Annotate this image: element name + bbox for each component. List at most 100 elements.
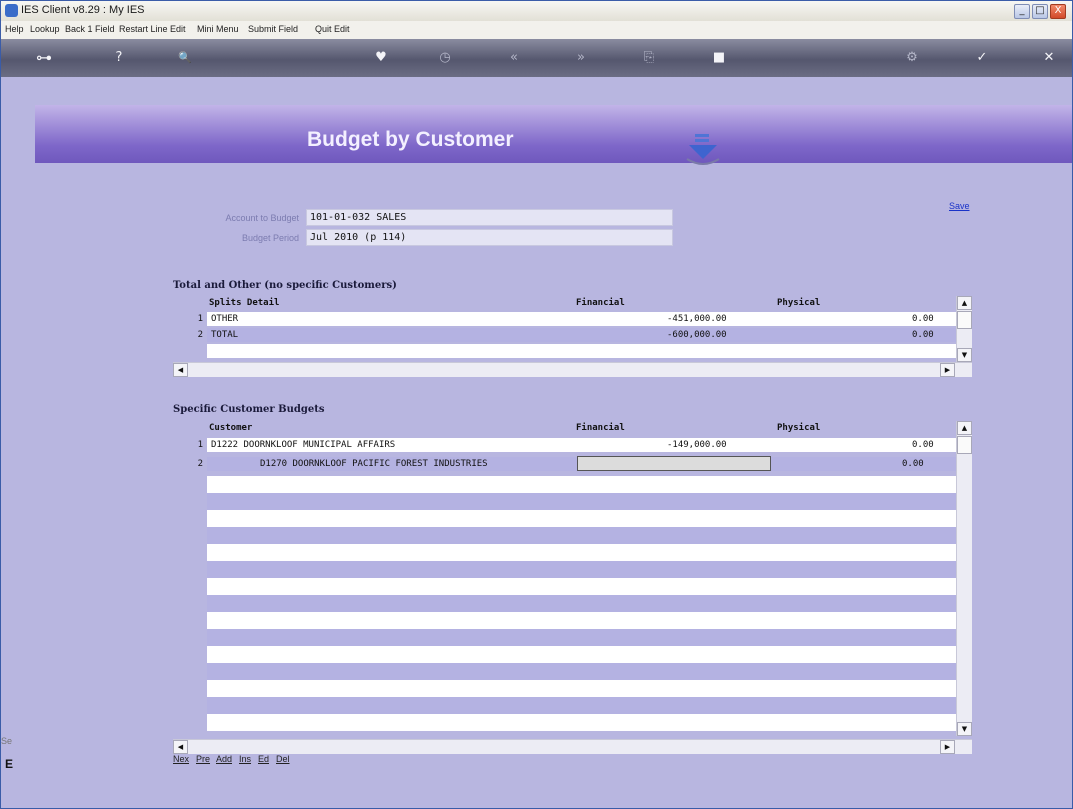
col-financial: Financial	[576, 423, 625, 433]
help-icon[interactable]: ?	[111, 50, 127, 66]
col-physical: Physical	[777, 298, 821, 308]
customers-vertical-scrollbar[interactable]: ▲ ▼	[956, 421, 972, 736]
scroll-up-icon[interactable]: ▲	[957, 421, 972, 435]
empty-row	[173, 629, 956, 646]
copy-icon[interactable]: ⎘	[641, 50, 657, 66]
clock-icon[interactable]: ◷	[437, 50, 453, 66]
scroll-left-icon[interactable]: ◀	[173, 363, 188, 377]
menu-bar: Help Lookup Back 1 Field Restart Line Ed…	[1, 21, 1072, 40]
left-stub-letter: E	[5, 757, 14, 771]
customers-horizontal-scrollbar[interactable]: ◀ ▶	[173, 739, 972, 754]
financial-cell: -600,000.00	[667, 330, 727, 340]
financial-cell: -451,000.00	[667, 314, 727, 324]
splits-detail-cell: TOTAL	[211, 330, 239, 340]
account-field[interactable]: 101-01-032 SALES	[306, 209, 673, 226]
table-row[interactable]: 2 D1270 DOORNKLOOF PACIFIC FOREST INDUST…	[173, 456, 956, 471]
title-bar: IES Client v8.29 : My IES _ □ X	[1, 1, 1072, 22]
row-number: 2	[173, 457, 207, 471]
menu-lookup[interactable]: Lookup	[30, 24, 60, 34]
insert-record-button[interactable]: Ins	[239, 754, 251, 764]
empty-row	[173, 680, 956, 697]
scroll-thumb[interactable]	[957, 311, 972, 329]
minimize-button[interactable]: _	[1014, 4, 1030, 19]
col-physical: Physical	[777, 423, 821, 433]
empty-row	[173, 493, 956, 510]
menu-help[interactable]: Help	[5, 24, 24, 34]
customers-section-title: Specific Customer Budgets	[173, 404, 325, 415]
download-icon[interactable]	[682, 131, 724, 171]
table-row[interactable]: 1 OTHER -451,000.00 0.00	[173, 312, 956, 326]
next-icon[interactable]: »	[573, 50, 589, 66]
splits-detail-cell: OTHER	[211, 314, 239, 324]
row-number: 1	[173, 438, 207, 452]
totals-horizontal-scrollbar[interactable]: ◀ ▶	[173, 362, 972, 377]
menu-submit-field[interactable]: Submit Field	[248, 24, 298, 34]
next-record-button[interactable]: Nex	[173, 754, 189, 764]
totals-vertical-scrollbar[interactable]: ▲ ▼	[956, 296, 972, 362]
scroll-left-icon[interactable]: ◀	[173, 740, 188, 754]
empty-row	[173, 595, 956, 612]
empty-row	[173, 646, 956, 663]
totals-header: Splits Detail Financial Physical	[173, 296, 956, 310]
document-icon[interactable]: ■	[711, 50, 727, 66]
maximize-button[interactable]: □	[1032, 4, 1048, 19]
period-label: Budget Period	[241, 233, 299, 243]
menu-mini-menu[interactable]: Mini Menu	[197, 24, 239, 34]
key-icon[interactable]: ⊶	[27, 50, 61, 66]
account-label: Account to Budget	[225, 213, 299, 223]
customer-cell: D1222 DOORNKLOOF MUNICIPAL AFFAIRS	[211, 440, 396, 450]
table-row[interactable]: 1 D1222 DOORNKLOOF MUNICIPAL AFFAIRS -14…	[173, 438, 956, 452]
add-record-button[interactable]: Add	[216, 754, 232, 764]
scroll-right-icon[interactable]: ▶	[940, 363, 955, 377]
scroll-up-icon[interactable]: ▲	[957, 296, 972, 310]
scroll-thumb[interactable]	[957, 436, 972, 454]
page-title: Budget by Customer	[307, 128, 514, 151]
physical-cell: 0.00	[902, 459, 924, 469]
col-splits-detail: Splits Detail	[209, 298, 280, 308]
scroll-right-icon[interactable]: ▶	[940, 740, 955, 754]
col-customer: Customer	[209, 423, 253, 433]
customers-grid: Customer Financial Physical 1 D1222 DOOR…	[173, 421, 972, 754]
menu-quit-edit[interactable]: Quit Edit	[315, 24, 350, 34]
toolbar: ⊶ ? 🔍 ♥ ◷ « » ⎘ ■ ⚙ ✓ ✕	[1, 39, 1072, 77]
previous-icon[interactable]: «	[506, 50, 522, 66]
financial-input[interactable]	[577, 456, 771, 471]
empty-row	[173, 578, 956, 595]
edit-record-button[interactable]: Ed	[258, 754, 269, 764]
physical-cell: 0.00	[912, 330, 934, 340]
close-button[interactable]: X	[1050, 4, 1066, 19]
menu-restart-line-edit[interactable]: Restart Line Edit	[119, 24, 186, 34]
save-link[interactable]: Save	[949, 201, 970, 211]
search-icon[interactable]: 🔍	[177, 50, 193, 66]
empty-row	[173, 697, 956, 714]
table-row[interactable]: 2 TOTAL -600,000.00 0.00	[173, 328, 956, 342]
page-banner: Budget by Customer	[35, 105, 1072, 163]
empty-row	[173, 510, 956, 527]
delete-record-button[interactable]: Del	[276, 754, 290, 764]
row-number: 1	[173, 312, 207, 326]
app-window: IES Client v8.29 : My IES _ □ X Help Loo…	[0, 0, 1073, 809]
empty-row	[173, 476, 956, 493]
col-financial: Financial	[576, 298, 625, 308]
physical-cell: 0.00	[912, 440, 934, 450]
totals-section-title: Total and Other (no specific Customers)	[173, 280, 397, 291]
empty-row	[173, 663, 956, 680]
check-icon[interactable]: ✓	[974, 50, 990, 66]
financial-cell: -149,000.00	[667, 440, 727, 450]
customer-cell: D1270 DOORNKLOOF PACIFIC FOREST INDUSTRI…	[260, 459, 488, 469]
totals-grid: Splits Detail Financial Physical 1 OTHER…	[173, 296, 972, 382]
scroll-down-icon[interactable]: ▼	[957, 722, 972, 736]
empty-row	[173, 561, 956, 578]
menu-back-1-field[interactable]: Back 1 Field	[65, 24, 115, 34]
previous-record-button[interactable]: Pre	[196, 754, 210, 764]
empty-row	[173, 612, 956, 629]
empty-row	[173, 714, 956, 731]
scroll-down-icon[interactable]: ▼	[957, 348, 972, 362]
heart-icon[interactable]: ♥	[373, 50, 389, 66]
table-row	[173, 344, 956, 358]
customers-header: Customer Financial Physical	[173, 421, 956, 435]
exit-icon[interactable]: ✕	[1041, 50, 1057, 66]
physical-cell: 0.00	[912, 314, 934, 324]
period-field[interactable]: Jul 2010 (p 114)	[306, 229, 673, 246]
gear-icon[interactable]: ⚙	[904, 50, 920, 66]
